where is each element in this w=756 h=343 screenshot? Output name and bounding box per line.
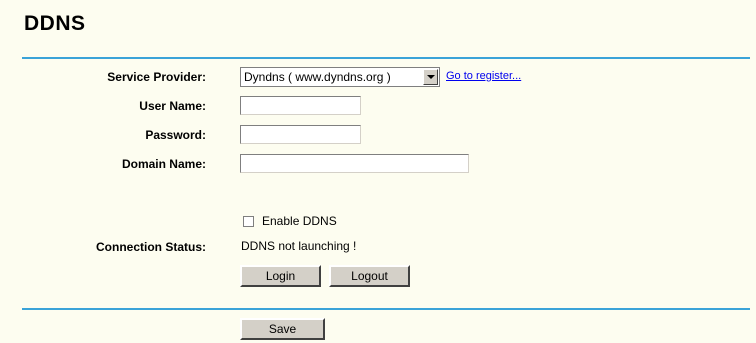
logout-button[interactable]: Logout [329,265,410,287]
service-provider-select[interactable]: Dyndns ( www.dyndns.org ) [240,67,440,87]
top-divider [22,57,750,59]
ddns-page: DDNS Service Provider: Dyndns ( www.dynd… [0,0,756,343]
service-provider-label: Service Provider: [107,70,206,84]
service-provider-selected: Dyndns ( www.dyndns.org ) [244,70,391,84]
connection-status-value: DDNS not launching ! [241,239,357,253]
login-button[interactable]: Login [240,265,321,287]
bottom-divider [22,308,750,310]
enable-ddns-checkbox[interactable] [243,216,254,227]
dropdown-button[interactable] [423,69,438,85]
user-name-field[interactable] [240,96,361,115]
user-name-label: User Name: [139,99,206,113]
save-button[interactable]: Save [240,318,325,340]
domain-name-label: Domain Name: [121,157,206,171]
register-link[interactable]: Go to register... [446,70,521,82]
connection-status-label: Connection Status: [96,240,206,254]
chevron-down-icon [426,75,435,79]
password-field[interactable] [240,125,361,144]
page-title: DDNS [24,12,86,35]
domain-name-field[interactable] [240,154,469,173]
enable-ddns-label: Enable DDNS [262,214,337,228]
password-label: Password: [145,128,206,142]
